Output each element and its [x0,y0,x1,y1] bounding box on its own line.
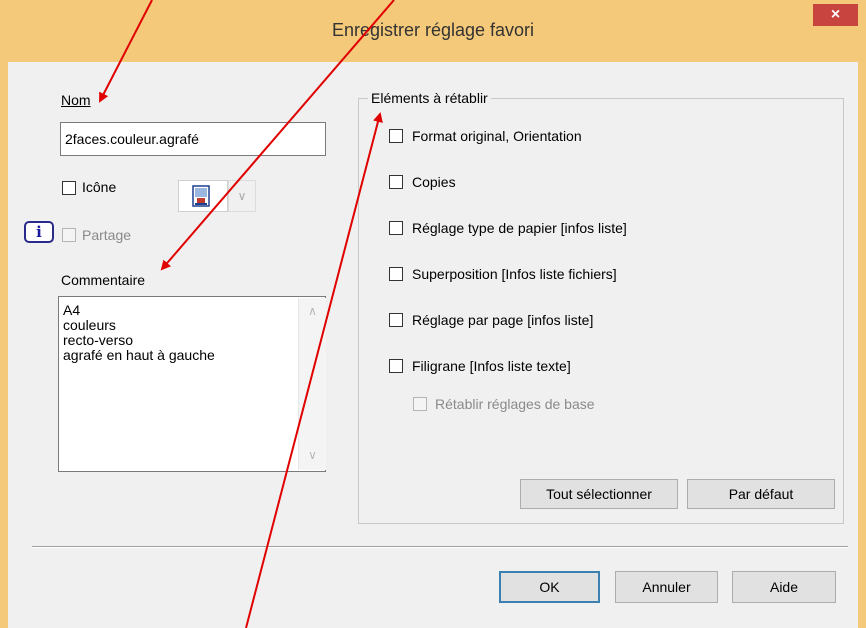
nom-input[interactable]: 2faces.couleur.agrafé [60,122,326,156]
reglage-par-page-label: Réglage par page [infos liste] [412,312,594,328]
icone-checkbox[interactable] [62,181,76,195]
ok-button[interactable]: OK [499,571,600,603]
retablir-reglages-label: Rétablir réglages de base [435,396,595,412]
reglage-par-page-checkbox[interactable] [389,313,403,327]
commentaire-label: Commentaire [61,272,146,288]
commentaire-text: A4 couleurs recto-verso agrafé en haut à… [63,303,215,363]
info-icon[interactable]: i [24,221,54,243]
scroll-up-icon[interactable]: ∧ [299,304,326,324]
default-button[interactable]: Par défaut [687,479,835,509]
icon-picker[interactable] [178,180,228,212]
dialog-window: Enregistrer réglage favori × Nom 2faces.… [0,0,866,628]
commentaire-scrollbar[interactable]: ∧ ∨ [298,298,326,470]
copies-label: Copies [412,174,456,190]
format-original-label: Format original, Orientation [412,128,582,144]
window-frame-right [858,62,866,628]
commentaire-line: A4 [63,302,81,318]
partage-label: Partage [82,227,132,243]
footer-separator [32,546,848,548]
cancel-button[interactable]: Annuler [615,571,718,603]
printer-document-icon [192,185,210,207]
type-papier-checkbox[interactable] [389,221,403,235]
superposition-label: Superposition [Infos liste fichiers] [412,266,617,282]
window-frame-left [0,62,8,628]
commentaire-line: couleurs [63,317,116,333]
icone-label: Icône [82,179,117,195]
nom-label: Nom [61,92,91,108]
format-original-checkbox[interactable] [389,129,403,143]
help-button[interactable]: Aide [732,571,836,603]
dialog-title: Enregistrer réglage favori [331,20,535,40]
filigrane-checkbox[interactable] [389,359,403,373]
commentaire-textarea[interactable]: A4 couleurs recto-verso agrafé en haut à… [58,296,326,472]
select-all-button[interactable]: Tout sélectionner [520,479,678,509]
close-button[interactable]: × [813,4,858,26]
scroll-down-icon[interactable]: ∨ [299,448,326,468]
partage-checkbox[interactable] [62,228,76,242]
elements-groupbox [358,98,844,524]
commentaire-line: recto-verso [63,332,134,348]
nom-input-value: 2faces.couleur.agrafé [65,131,199,147]
copies-checkbox[interactable] [389,175,403,189]
commentaire-line: agrafé en haut à gauche [63,347,215,363]
retablir-reglages-checkbox[interactable] [413,397,427,411]
icon-dropdown-arrow[interactable]: ∨ [228,180,256,212]
superposition-checkbox[interactable] [389,267,403,281]
type-papier-label: Réglage type de papier [infos liste] [412,220,627,236]
elements-group-title: Eléments à rétablir [368,90,491,106]
filigrane-label: Filigrane [Infos liste texte] [412,358,571,374]
